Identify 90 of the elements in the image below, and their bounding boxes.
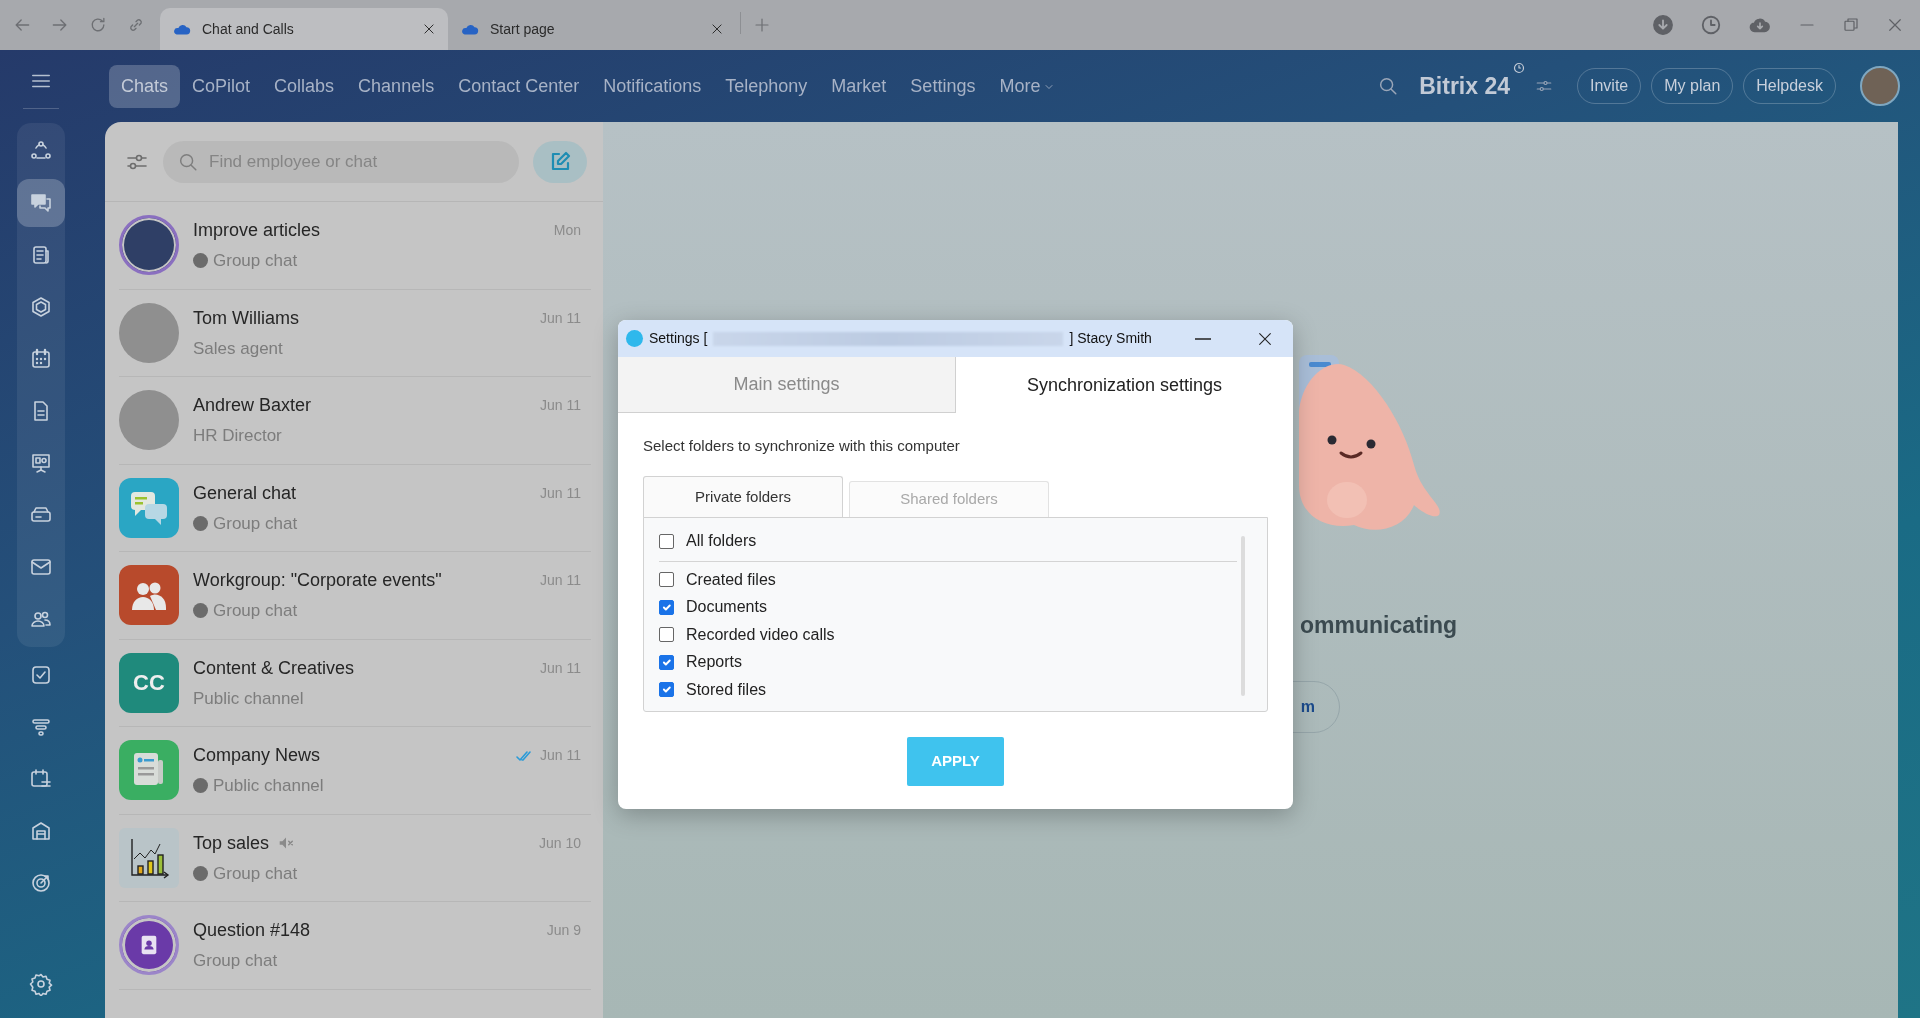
nav-tab[interactable]: Settings — [898, 64, 988, 108]
hexagon-icon — [29, 295, 53, 319]
chat-time: Jun 10 — [538, 833, 581, 853]
checkbox-label: Recorded video calls — [686, 624, 835, 645]
chat-time: Jun 11 — [540, 658, 581, 678]
store-icon — [29, 819, 53, 843]
clock-icon — [1513, 62, 1525, 74]
chat-list-item[interactable]: Company News Jun 11 Public channel — [119, 727, 591, 815]
target-icon — [29, 871, 53, 895]
nav-tab[interactable]: Telephony — [713, 64, 820, 108]
bitrix-cloud-icon — [460, 22, 480, 36]
chat-name: Tom Williams — [193, 306, 299, 330]
settings-icon — [29, 972, 53, 996]
checkbox[interactable] — [659, 533, 674, 549]
chat-list-item[interactable]: Workgroup: "Corporate events" Jun 11 Group chat — [119, 552, 591, 640]
close-icon — [1257, 330, 1273, 347]
chat-time: Jun 11 — [540, 483, 581, 503]
chat-subtitle: Group chat — [213, 250, 298, 272]
chat-subtitle: Sales agent — [193, 337, 283, 360]
nav-tab[interactable]: Market — [819, 64, 899, 108]
dialog-title: Settings [ — [649, 329, 708, 348]
chat-subtitle: Group chat — [193, 950, 278, 972]
chat-name: Question #148 — [193, 919, 311, 942]
logo[interactable]: Bitrix 24 — [1419, 68, 1510, 104]
dialog-title: ] Stacy Smith — [1069, 329, 1152, 348]
browser-tab[interactable]: Chat and Calls — [160, 8, 448, 50]
presentation-board-icon — [29, 451, 53, 475]
chat-time: Jun 9 — [546, 921, 581, 940]
chat-time: Jun 11 — [540, 396, 581, 415]
chat-subtitle: Public channel — [193, 687, 304, 710]
initials-avatar: CC — [119, 652, 179, 713]
bitrix-cloud-icon — [172, 22, 192, 36]
task-checkbox-icon — [29, 663, 53, 687]
chat-list-item[interactable]: Improve articles Mon Group chat — [119, 202, 591, 290]
checkbox-label: Reports — [686, 652, 743, 673]
folder-tab[interactable]: Private folders — [643, 475, 843, 518]
nav-tab[interactable]: More — [987, 64, 1068, 108]
user-avatar[interactable] — [1860, 66, 1900, 106]
calendar-icon — [29, 347, 53, 371]
chat-list-item[interactable]: Top sales Jun 10 Group chat — [119, 814, 591, 902]
download-icon[interactable] — [1652, 14, 1674, 36]
checkbox[interactable] — [659, 682, 674, 698]
nav-tab[interactable]: CoPilot — [180, 64, 263, 108]
checkbox[interactable] — [659, 572, 674, 588]
checkbox[interactable] — [659, 599, 674, 615]
close-icon[interactable] — [422, 22, 436, 36]
chat-name: Content & Creatives — [193, 656, 355, 680]
checkbox-label: Documents — [686, 597, 767, 618]
chat-time: Mon — [553, 221, 581, 240]
nav-tab[interactable]: Chats — [109, 64, 181, 108]
settings-tab[interactable]: Main settings — [618, 357, 956, 413]
chat-time: Jun 11 — [540, 746, 581, 765]
nav-tab[interactable]: Collabs — [262, 64, 347, 108]
chat-list-item[interactable]: CC Content & Creatives Jun 11 Public channel — [119, 639, 591, 727]
chat-list-item[interactable]: Andrew Baxter Jun 11 HR Director — [119, 377, 591, 465]
chat-name: Workgroup: "Corporate events" — [193, 569, 442, 592]
checkbox-label: Created files — [686, 569, 776, 590]
nav-tab[interactable]: Notifications — [591, 64, 714, 108]
chat-bubbles-icon — [29, 191, 53, 215]
restore-icon[interactable] — [1842, 16, 1860, 34]
checkbox[interactable] — [659, 654, 674, 670]
heading: ommunicating — [1300, 611, 1459, 640]
chat-name: Andrew Baxter — [193, 394, 312, 417]
chat-list-item[interactable]: General chat Jun 11 Group chat — [119, 464, 591, 552]
minimize-icon — [1195, 337, 1211, 340]
nav-tab[interactable]: Contact Center — [446, 64, 592, 108]
chat-subtitle: Group chat — [213, 600, 298, 622]
chat-list-item[interactable]: Tom Williams Jun 11 Sales agent — [119, 289, 591, 377]
checkbox-label: Stored files — [686, 679, 767, 700]
chat-subtitle: Public channel — [213, 775, 324, 797]
chat-list-item[interactable]: Question #148 Jun 9 Group chat — [119, 902, 591, 990]
checkbox-label: All folders — [686, 531, 757, 552]
chat-subtitle: Group chat — [213, 862, 298, 885]
instruction-text: Select folders to synchronize with this computer — [643, 436, 961, 456]
nav-tab[interactable]: Channels — [346, 64, 447, 108]
checkbox[interactable] — [659, 627, 674, 643]
chat-subtitle: HR Director — [193, 425, 282, 447]
chat-subtitle: Group chat — [213, 512, 298, 535]
browser-tab[interactable]: Start page — [448, 8, 736, 50]
close-icon[interactable] — [710, 22, 724, 36]
chat-name: Improve articles — [193, 219, 321, 242]
chat-time: Jun 11 — [540, 308, 581, 328]
chat-name: Company News — [193, 744, 321, 767]
chat-name: General chat — [193, 481, 297, 505]
bitrix-logo-icon — [626, 330, 643, 347]
clock-icon[interactable] — [1700, 14, 1722, 36]
chat-time: Jun 11 — [540, 571, 581, 590]
chat-name: Top sales — [193, 831, 270, 855]
chat-bubbles-button[interactable] — [17, 179, 65, 227]
compose-button[interactable] — [533, 140, 587, 183]
